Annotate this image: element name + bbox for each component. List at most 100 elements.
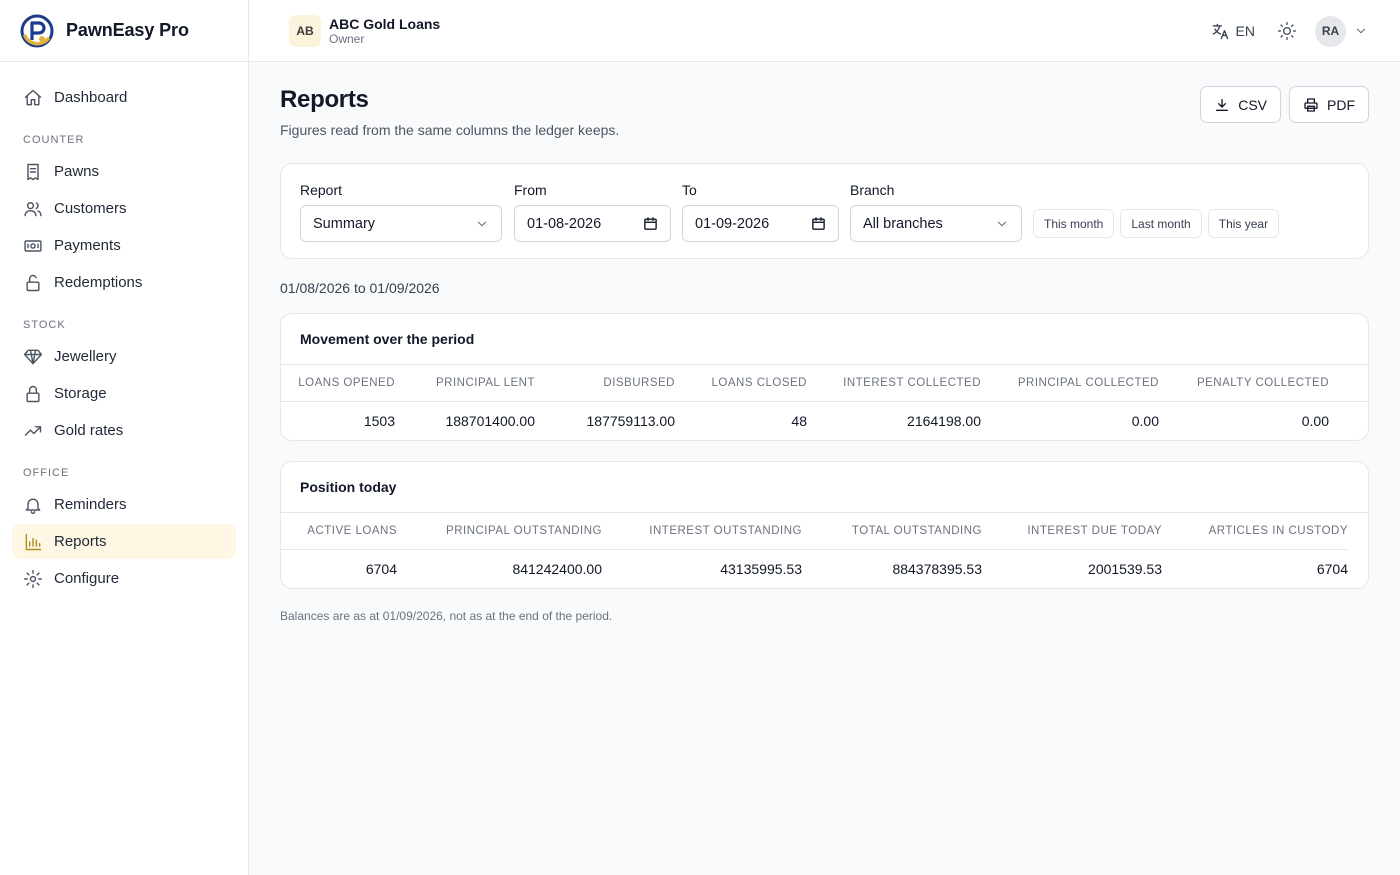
position-table: ACTIVE LOANS PRINCIPAL OUTSTANDING INTER… <box>281 513 1348 588</box>
column-header[interactable]: ARTICLES IN CUSTODY <box>1162 513 1348 550</box>
to-date-value: 01-09-2026 <box>695 215 770 232</box>
main-content: Reports Figures read from the same colum… <box>249 62 1400 875</box>
calendar-icon[interactable] <box>643 216 658 231</box>
table-row: 6704 841242400.00 43135995.53 884378395.… <box>281 549 1348 588</box>
column-header[interactable]: ACTIVE LOANS <box>281 513 397 550</box>
org-name: ABC Gold Loans <box>329 15 441 32</box>
position-card: Position today ACTIVE LOANS PRINCIPAL OU… <box>280 461 1369 589</box>
chip-last-month[interactable]: Last month <box>1120 209 1202 238</box>
sidebar: PawnEasy Pro Dashboard COUNTER Pawns Cus… <box>0 0 249 875</box>
sidebar-item-label: Gold rates <box>54 422 124 439</box>
column-header[interactable]: LOANS CLOSED <box>675 365 807 402</box>
column-header[interactable]: PENALTY COLLECTED <box>1159 365 1329 402</box>
csv-button-label: CSV <box>1238 96 1267 113</box>
bell-icon <box>23 495 43 515</box>
table-cell: 841242400.00 <box>512 560 602 577</box>
org-info[interactable]: ABC Gold Loans Owner <box>329 16 440 46</box>
avatar[interactable]: RA <box>1315 15 1346 47</box>
receipt-icon <box>23 162 43 182</box>
from-field: From 01-08-2026 <box>514 182 671 242</box>
gem-icon <box>23 347 43 367</box>
table-cell: 6704 <box>365 560 397 577</box>
topbar: AB ABC Gold Loans Owner EN RA <box>249 0 1400 62</box>
branch-select[interactable]: All branches <box>850 205 1022 242</box>
filters-card: Report Summary From 01-08-2026 To 01-09-… <box>280 163 1369 259</box>
org-badge[interactable]: AB <box>289 14 321 47</box>
chip-this-year[interactable]: This year <box>1207 209 1280 238</box>
report-select[interactable]: Summary <box>300 205 502 242</box>
sidebar-item-configure[interactable]: Configure <box>12 561 236 596</box>
language-label: EN <box>1235 23 1255 39</box>
sun-icon[interactable] <box>1277 21 1297 41</box>
sidebar-item-label: Reminders <box>54 496 127 513</box>
report-select-value: Summary <box>313 215 376 232</box>
table-cell: 48 <box>791 412 807 429</box>
org-role: Owner <box>329 31 365 46</box>
column-header[interactable]: TOTAL OUTSTANDING <box>802 513 982 550</box>
lock-icon <box>23 384 43 404</box>
pdf-button[interactable]: PDF <box>1289 86 1369 123</box>
movement-title: Movement over the period <box>281 314 1368 365</box>
column-header[interactable]: PRINCIPAL LENT <box>395 365 535 402</box>
quick-range-chips: This month Last month This year <box>1033 209 1285 238</box>
movement-table: LOANS OPENED PRINCIPAL LENT DISBURSED LO… <box>281 365 1368 440</box>
sidebar-item-jewellery[interactable]: Jewellery <box>12 339 236 374</box>
chip-this-month[interactable]: This month <box>1033 209 1115 238</box>
topbar-actions: EN RA <box>1211 0 1368 62</box>
to-field: To 01-09-2026 <box>682 182 839 242</box>
language-switcher[interactable]: EN <box>1211 22 1255 41</box>
from-date-input[interactable]: 01-08-2026 <box>514 205 671 242</box>
chevron-down-icon[interactable] <box>1354 24 1368 38</box>
table-header-row: ACTIVE LOANS PRINCIPAL OUTSTANDING INTER… <box>281 513 1348 550</box>
sidebar-nav: Dashboard COUNTER Pawns Customers Paymen… <box>0 62 248 596</box>
movement-card: Movement over the period LOANS OPENED PR… <box>280 313 1369 441</box>
to-date-input[interactable]: 01-09-2026 <box>682 205 839 242</box>
sidebar-item-reminders[interactable]: Reminders <box>12 487 236 522</box>
brand-name: PawnEasy Pro <box>66 20 189 40</box>
table-cell: 0.00 <box>1301 412 1329 429</box>
page-subtitle: Figures read from the same columns the l… <box>280 122 620 138</box>
csv-button[interactable]: CSV <box>1200 86 1281 123</box>
sidebar-item-label: Dashboard <box>54 89 128 106</box>
gear-icon <box>23 569 43 589</box>
column-header[interactable]: I <box>1329 365 1368 402</box>
sidebar-item-label: Pawns <box>54 163 100 180</box>
table-cell: 884378395.53 <box>892 560 982 577</box>
calendar-icon[interactable] <box>811 216 826 231</box>
column-header[interactable]: PRINCIPAL OUTSTANDING <box>397 513 602 550</box>
sidebar-item-pawns[interactable]: Pawns <box>12 154 236 189</box>
translate-icon <box>1212 23 1228 39</box>
table-cell: 188701400.00 <box>445 412 535 429</box>
sidebar-item-payments[interactable]: Payments <box>12 228 236 263</box>
page-title: Reports <box>280 86 369 113</box>
home-icon <box>23 88 43 108</box>
sidebar-item-label: Customers <box>54 200 127 217</box>
sidebar-item-gold-rates[interactable]: Gold rates <box>12 413 236 448</box>
position-title: Position today <box>281 462 1368 513</box>
brand[interactable]: PawnEasy Pro <box>0 0 248 62</box>
column-header[interactable]: LOANS OPENED <box>281 365 395 402</box>
branch-field: Branch All branches <box>850 182 1022 242</box>
sidebar-item-dashboard[interactable]: Dashboard <box>12 80 236 115</box>
column-header[interactable]: INTEREST COLLECTED <box>807 365 981 402</box>
sidebar-item-customers[interactable]: Customers <box>12 191 236 226</box>
printer-icon <box>1304 97 1318 112</box>
from-label: From <box>514 182 547 198</box>
sidebar-item-label: Reports <box>54 533 107 550</box>
sidebar-item-reports[interactable]: Reports <box>12 524 236 559</box>
export-buttons: CSV PDF <box>1192 86 1369 123</box>
sidebar-item-label: Redemptions <box>54 274 143 291</box>
report-label: Report <box>300 182 343 198</box>
sidebar-item-storage[interactable]: Storage <box>12 376 236 411</box>
column-header[interactable]: INTEREST DUE TODAY <box>982 513 1162 550</box>
sidebar-item-redemptions[interactable]: Redemptions <box>12 265 236 300</box>
users-icon <box>23 199 43 219</box>
column-header[interactable]: INTEREST OUTSTANDING <box>602 513 802 550</box>
table-cell: 0.00 <box>1131 412 1159 429</box>
report-field: Report Summary <box>300 182 502 242</box>
unlock-icon <box>23 273 43 293</box>
column-header[interactable]: DISBURSED <box>535 365 675 402</box>
trending-up-icon <box>23 421 43 441</box>
table-cell: 2001539.53 <box>1088 560 1162 577</box>
column-header[interactable]: PRINCIPAL COLLECTED <box>981 365 1159 402</box>
